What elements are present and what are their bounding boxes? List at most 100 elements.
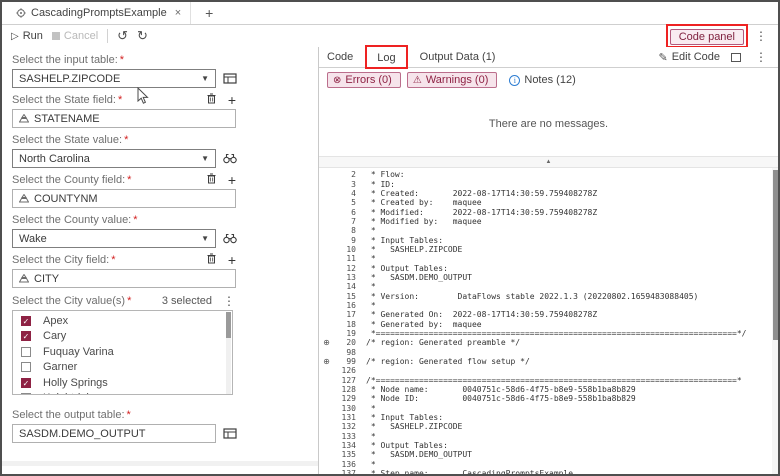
checkbox-unchecked[interactable] bbox=[21, 346, 31, 357]
add-field-icon[interactable]: + bbox=[228, 253, 236, 267]
log-line-number: 14 bbox=[346, 282, 356, 292]
log-line-text: * bbox=[366, 254, 376, 264]
log-line-text: * bbox=[366, 300, 376, 310]
log-line-number: 126 bbox=[341, 366, 356, 376]
city-option-row[interactable]: Knightdale bbox=[13, 391, 232, 394]
log-line: ⊕ 99 /* region: Generated flow setup */ bbox=[319, 357, 778, 366]
log-line-number: 7 bbox=[351, 216, 356, 226]
log-line-number: 9 bbox=[351, 235, 356, 245]
log-line: ⊕ 20 /* region: Generated preamble */ bbox=[319, 338, 778, 347]
state-value-value: North Carolina bbox=[19, 152, 90, 165]
checkbox-unchecked[interactable] bbox=[21, 362, 31, 373]
expand-region-icon[interactable]: ⊕ bbox=[319, 338, 334, 347]
warning-icon: ⚠ bbox=[412, 74, 422, 86]
log-line-number: 130 bbox=[341, 403, 356, 413]
county-value-select[interactable]: Wake ▼ bbox=[12, 229, 216, 248]
more-options-icon[interactable]: ⋮ bbox=[752, 29, 770, 43]
error-icon: ⊗ bbox=[333, 74, 342, 86]
log-line-text: *=======================================… bbox=[366, 329, 747, 339]
city-option-row[interactable]: ✓ Cary bbox=[13, 329, 232, 345]
county-field-input[interactable]: COUNTYNM bbox=[12, 189, 236, 208]
tab-code[interactable]: Code bbox=[327, 51, 353, 63]
binoculars-icon[interactable] bbox=[223, 153, 237, 164]
city-field-input[interactable]: CITY bbox=[12, 269, 236, 288]
horizontal-scrollbar[interactable] bbox=[2, 461, 318, 466]
open-window-icon[interactable] bbox=[731, 52, 741, 62]
code-panel-toggle-button[interactable]: Code panel bbox=[669, 29, 744, 45]
more-options-icon[interactable]: ⋮ bbox=[752, 50, 770, 64]
cancel-button: Cancel bbox=[51, 30, 99, 42]
list-scrollbar[interactable] bbox=[226, 312, 231, 394]
required-asterisk: * bbox=[124, 134, 129, 146]
required-asterisk: * bbox=[111, 254, 116, 266]
checkbox-checked[interactable]: ✓ bbox=[21, 377, 31, 388]
undo-icon[interactable]: ↺ bbox=[117, 28, 128, 44]
required-asterisk: * bbox=[127, 174, 132, 186]
city-option-label: Fuquay Varina bbox=[43, 345, 114, 358]
run-button[interactable]: ▷ Run bbox=[11, 30, 43, 42]
notes-filter-button[interactable]: i Notes (12) bbox=[509, 74, 576, 86]
close-tab-icon[interactable]: × bbox=[175, 7, 181, 19]
log-line: 133 * bbox=[319, 432, 778, 441]
clear-field-trash-icon[interactable] bbox=[207, 171, 216, 189]
binoculars-icon[interactable] bbox=[223, 233, 237, 244]
city-option-row[interactable]: ✓ Holly Springs bbox=[13, 375, 232, 391]
log-line: 18 * Generated by: maquee bbox=[319, 320, 778, 329]
list-scrollbar-thumb[interactable] bbox=[226, 312, 231, 338]
required-asterisk: * bbox=[119, 54, 125, 66]
chevron-down-icon: ▼ bbox=[201, 154, 209, 163]
log-line-text: * Created: 2022-08-17T14:30:59.759408278… bbox=[366, 188, 598, 198]
city-option-row[interactable]: ✓ Apex bbox=[13, 313, 232, 329]
city-field-label: Select the City field: bbox=[12, 254, 110, 266]
log-line-text: * Modified by: maquee bbox=[366, 216, 482, 226]
state-field-input[interactable]: STATENAME bbox=[12, 109, 236, 128]
log-scrollbar[interactable] bbox=[772, 168, 778, 474]
log-scrollbar-thumb[interactable] bbox=[773, 170, 778, 340]
tab-cascading-prompts-example[interactable]: CascadingPromptsExample × bbox=[7, 2, 192, 24]
log-viewer[interactable]: 2 * Flow: 3 * ID: 4 * Created: 2022-08-17T… bbox=[319, 168, 778, 474]
collapse-messages-bar[interactable]: ▲ bbox=[319, 156, 778, 168]
state-field-label: Select the State field: bbox=[12, 94, 116, 106]
checkbox-checked[interactable]: ✓ bbox=[21, 315, 31, 326]
add-field-icon[interactable]: + bbox=[228, 173, 236, 187]
redo-icon[interactable]: ↻ bbox=[137, 28, 148, 44]
city-field-value: CITY bbox=[34, 272, 60, 285]
city-values-list[interactable]: ✓ Apex ✓ Cary Fuquay Varina Garner ✓ Holly Spri… bbox=[12, 310, 233, 395]
log-line-number: 18 bbox=[346, 319, 356, 329]
city-values-menu-icon[interactable]: ⋮ bbox=[220, 294, 238, 308]
log-line: 134 * Output Tables: bbox=[319, 441, 778, 450]
errors-filter-button[interactable]: ⊗ Errors (0) bbox=[327, 72, 401, 88]
tab-output-data[interactable]: Output Data (1) bbox=[420, 51, 496, 63]
input-table-label: Select the input table: bbox=[12, 54, 118, 66]
city-option-row[interactable]: Fuquay Varina bbox=[13, 344, 232, 360]
edit-code-button[interactable]: ✎ Edit Code bbox=[658, 51, 720, 64]
add-field-icon[interactable]: + bbox=[228, 93, 236, 107]
state-value-select[interactable]: North Carolina ▼ bbox=[12, 149, 216, 168]
select-table-icon[interactable] bbox=[223, 427, 237, 440]
checkbox-checked[interactable]: ✓ bbox=[21, 331, 31, 342]
select-table-icon[interactable] bbox=[223, 72, 237, 85]
tab-log[interactable]: Log bbox=[377, 52, 395, 64]
log-line-text: * Step name: CascadingPromptsExample bbox=[366, 469, 574, 474]
clear-field-trash-icon[interactable] bbox=[207, 251, 216, 269]
output-table-input[interactable]: SASDM.DEMO_OUTPUT bbox=[12, 424, 216, 443]
input-table-select[interactable]: SASHELP.ZIPCODE ▼ bbox=[12, 69, 216, 88]
warnings-filter-button[interactable]: ⚠ Warnings (0) bbox=[406, 72, 498, 88]
log-line-number: 19 bbox=[346, 329, 356, 339]
chevron-down-icon: ▼ bbox=[201, 234, 209, 243]
checkbox-unchecked[interactable] bbox=[21, 393, 31, 394]
expand-region-icon[interactable]: ⊕ bbox=[319, 357, 334, 366]
column-icon bbox=[19, 114, 29, 123]
new-tab-button[interactable]: + bbox=[191, 2, 227, 24]
log-line-number: 16 bbox=[346, 300, 356, 310]
log-line-number: 2 bbox=[351, 170, 356, 180]
required-asterisk: * bbox=[127, 294, 132, 307]
log-line: 2 * Flow: bbox=[319, 170, 778, 179]
required-asterisk: * bbox=[117, 94, 123, 106]
clear-field-trash-icon[interactable] bbox=[207, 91, 216, 109]
cancel-label: Cancel bbox=[63, 30, 99, 42]
log-line-text: * Node ID: 0040751c-58d6-4f75-b8e9-558b1… bbox=[366, 394, 636, 404]
city-option-row[interactable]: Garner bbox=[13, 360, 232, 376]
log-line: 3 * ID: bbox=[319, 179, 778, 189]
tab-label: CascadingPromptsExample bbox=[31, 7, 167, 19]
